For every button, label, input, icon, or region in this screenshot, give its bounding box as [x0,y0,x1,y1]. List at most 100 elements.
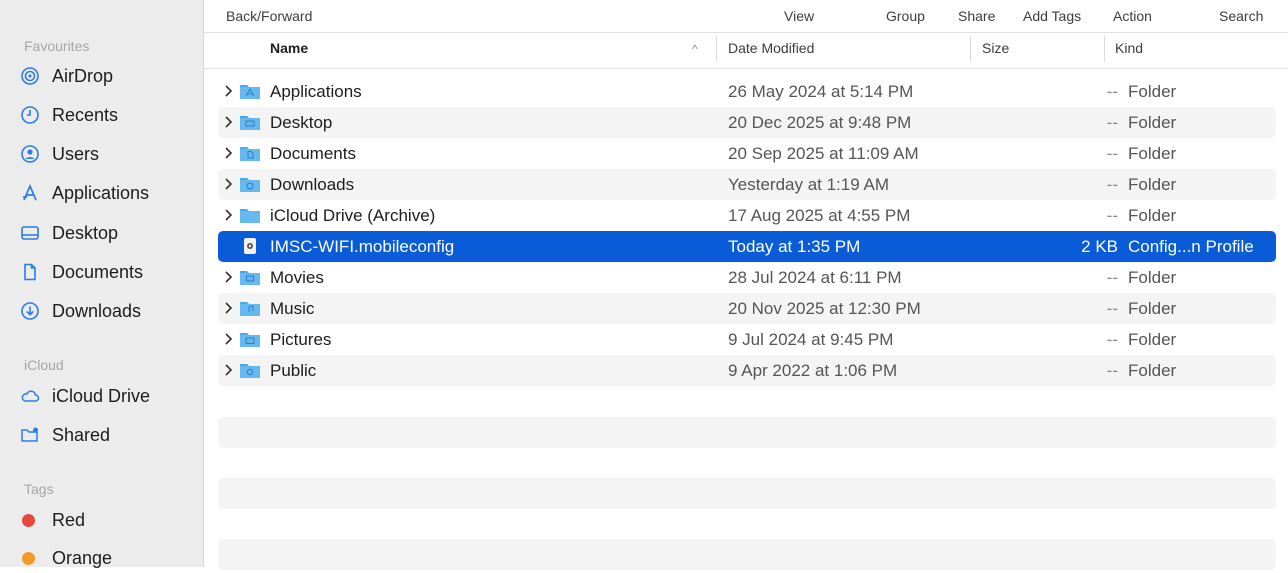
sidebar-item-label: Shared [52,424,111,445]
date-modified-column-header[interactable]: Date Modified [728,40,814,56]
disclosure-chevron-icon[interactable] [224,146,234,160]
user-icon [20,143,46,165]
tags-heading: Tags [24,481,54,497]
sidebar-item-users[interactable]: Users [20,139,198,169]
name-column-header[interactable]: Name [270,40,308,56]
file-kind: Folder [1128,330,1177,349]
applications-icon [20,182,46,204]
document-icon [20,261,46,283]
sidebar-item-airdrop[interactable]: AirDrop [20,61,198,91]
config-profile-file-icon [244,238,256,254]
table-row[interactable]: Music 20 Nov 2025 at 12:30 PM -- Folder [218,293,1276,324]
add-tags-button[interactable]: Add Tags [1023,8,1081,24]
orange-tag-icon [20,547,46,569]
disclosure-chevron-icon[interactable] [224,177,234,191]
sidebar-item-applications[interactable]: Applications [20,178,198,208]
search-button[interactable]: Search [1219,8,1263,24]
file-name: Documents [270,144,356,163]
file-name: Downloads [270,175,355,194]
favourites-heading: Favourites [24,38,90,54]
file-name: Applications [270,82,362,101]
size-column-header[interactable]: Size [982,40,1009,56]
file-kind: Folder [1128,82,1177,101]
file-name: Music [270,299,315,318]
pictures-folder-icon [240,333,260,347]
disclosure-chevron-icon[interactable] [224,270,234,284]
back-forward-button[interactable]: Back/Forward [226,8,312,24]
file-date: 17 Aug 2025 at 4:55 PM [728,206,911,225]
sidebar-item-label: Users [52,143,100,164]
file-kind: Config...n Profile [1128,237,1254,256]
view-button[interactable]: View [784,8,814,24]
file-date: 20 Dec 2025 at 9:48 PM [728,113,912,132]
table-row[interactable]: Pictures 9 Jul 2024 at 9:45 PM -- Folder [218,324,1276,355]
sidebar-item-label: Orange [52,547,113,568]
disclosure-chevron-icon[interactable] [224,208,234,222]
empty-row-stripe [218,478,1276,509]
file-date: Yesterday at 1:19 AM [728,175,889,194]
sidebar-item-documents[interactable]: Documents [20,257,198,287]
disclosure-chevron-icon[interactable] [224,115,234,129]
table-row[interactable]: Public 9 Apr 2022 at 1:06 PM -- Folder [218,355,1276,386]
file-size: -- [1106,361,1118,380]
table-row[interactable]: Movies 28 Jul 2024 at 6:11 PM -- Folder [218,262,1276,293]
column-divider[interactable] [970,36,971,62]
applications-folder-icon [240,85,260,99]
file-size: -- [1106,144,1118,163]
sidebar-item-label: Recents [52,104,119,125]
file-kind: Folder [1128,206,1177,225]
empty-row-stripe [218,417,1276,448]
file-kind: Folder [1128,299,1177,318]
table-row[interactable]: Applications 26 May 2024 at 5:14 PM -- F… [218,76,1276,107]
action-button[interactable]: Action [1113,8,1152,24]
file-kind: Folder [1128,175,1177,194]
sidebar-item-tag-red[interactable]: Red [20,505,198,535]
desktop-icon [20,222,46,244]
sidebar-item-recents[interactable]: Recents [20,100,198,130]
sidebar-item-label: AirDrop [52,65,114,86]
sidebar-item-shared[interactable]: Shared [20,420,198,450]
desktop-folder-icon [240,116,260,130]
file-size: -- [1106,268,1118,287]
file-date: Today at 1:35 PM [728,237,861,256]
kind-column-header[interactable]: Kind [1115,40,1143,56]
toolbar: Back/Forward View Group Share Add Tags A… [204,0,1288,33]
disclosure-chevron-icon[interactable] [224,84,234,98]
table-row[interactable]: Desktop 20 Dec 2025 at 9:48 PM -- Folder [218,107,1276,138]
icloud-heading: iCloud [24,357,64,373]
file-size: -- [1106,175,1118,194]
sidebar-item-icloud-drive[interactable]: iCloud Drive [20,381,198,411]
share-button[interactable]: Share [958,8,995,24]
file-name: iCloud Drive (Archive) [270,206,436,225]
column-divider[interactable] [716,36,717,62]
table-row[interactable]: Downloads Yesterday at 1:19 AM -- Folder [218,169,1276,200]
table-row-selected[interactable]: IMSC-WIFI.mobileconfig Today at 1:35 PM … [218,231,1276,262]
file-size: -- [1106,206,1118,225]
sidebar-item-label: Documents [52,261,144,282]
file-date: 28 Jul 2024 at 6:11 PM [728,268,902,287]
table-row[interactable]: Documents 20 Sep 2025 at 11:09 AM -- Fol… [218,138,1276,169]
public-folder-icon [240,364,260,378]
disclosure-chevron-icon[interactable] [224,363,234,377]
sidebar-item-label: Downloads [52,300,142,321]
music-folder-icon [240,302,260,316]
downloads-folder-icon [240,178,260,192]
disclosure-chevron-icon[interactable] [224,301,234,315]
column-divider[interactable] [1104,36,1105,62]
cloud-icon [20,385,46,407]
sidebar-item-downloads[interactable]: Downloads [20,296,198,326]
sidebar-item-tag-orange[interactable]: Orange [20,543,198,573]
file-name: Pictures [270,330,332,349]
column-header-bar: Name ^ Date Modified Size Kind [204,32,1288,69]
sort-ascending-icon[interactable]: ^ [692,42,698,56]
group-button[interactable]: Group [886,8,925,24]
file-date: 20 Nov 2025 at 12:30 PM [728,299,921,318]
table-row[interactable]: iCloud Drive (Archive) 17 Aug 2025 at 4:… [218,200,1276,231]
sidebar-item-desktop[interactable]: Desktop [20,218,198,248]
file-name: IMSC-WIFI.mobileconfig [270,237,455,256]
file-name: Public [270,361,317,380]
sidebar-item-label: Desktop [52,222,119,243]
file-name: Movies [270,268,324,287]
movies-folder-icon [240,271,260,285]
disclosure-chevron-icon[interactable] [224,332,234,346]
